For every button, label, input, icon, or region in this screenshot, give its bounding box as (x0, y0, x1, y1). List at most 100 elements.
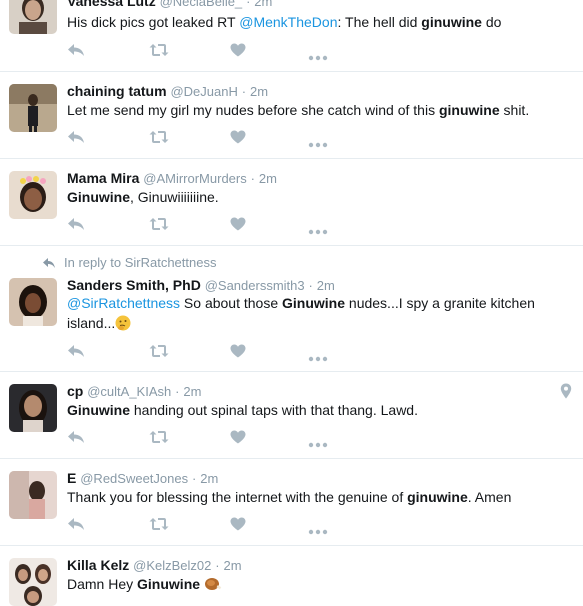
user-fullname[interactable]: Sanders Smith, PhD (67, 277, 201, 293)
tweet-item[interactable]: Killa Kelz @KelzBelz02 · 2m Damn Hey Gin… (0, 546, 583, 606)
reply-arrow-icon (42, 257, 56, 272)
thinking-face-emoji (115, 315, 131, 336)
tweet-timestamp[interactable]: 2m (317, 278, 335, 293)
heart-icon (230, 130, 246, 149)
retweet-icon (149, 430, 169, 449)
highlighted-keyword: Ginuwine (282, 295, 346, 311)
more-dots-icon (308, 135, 328, 153)
reply-context-label: In reply to SirRatchettness (64, 255, 217, 270)
tweet-header: Mama Mira @AMirrorMurders · 2m (67, 169, 277, 188)
tweet-header: E @RedSweetJones · 2m (67, 469, 218, 488)
separator: · (175, 384, 180, 399)
text-segment: Thank you for blessing the internet with… (67, 489, 408, 505)
retweet-button[interactable] (149, 43, 169, 59)
tweet-timestamp[interactable]: 2m (250, 84, 268, 99)
more-button[interactable] (308, 43, 328, 61)
avatar[interactable] (9, 0, 57, 34)
avatar[interactable] (9, 278, 57, 326)
user-fullname[interactable]: Killa Kelz (67, 557, 129, 573)
reply-icon (67, 130, 85, 149)
more-dots-icon (308, 435, 328, 453)
user-handle[interactable]: @RedSweetJones (80, 471, 188, 486)
avatar[interactable] (9, 384, 57, 432)
tweet-timestamp[interactable]: 2m (254, 0, 272, 9)
retweet-button[interactable] (149, 517, 169, 533)
tweet-timestamp[interactable]: 2m (224, 558, 242, 573)
tweet-timestamp[interactable]: 2m (200, 471, 218, 486)
retweet-icon (149, 517, 169, 536)
highlighted-keyword: ginuwine (407, 489, 468, 505)
like-button[interactable] (230, 517, 250, 533)
user-fullname[interactable]: E (67, 470, 76, 486)
separator: · (215, 558, 220, 573)
user-fullname[interactable]: chaining tatum (67, 83, 167, 99)
tweet-item[interactable]: cp @cultA_KIAsh · 2m Ginuwine handing ou… (0, 372, 583, 459)
tweet-timestamp[interactable]: 2m (183, 384, 201, 399)
like-button[interactable] (230, 217, 250, 233)
avatar[interactable] (9, 84, 57, 132)
turkey-leg-emoji (204, 576, 222, 597)
tweet-timestamp[interactable]: 2m (259, 171, 277, 186)
heart-icon (230, 517, 246, 536)
text-segment: handing out spinal taps with that thang.… (130, 402, 418, 418)
user-handle[interactable]: @Sanderssmith3 (205, 278, 305, 293)
reply-button[interactable] (67, 130, 87, 146)
more-button[interactable] (308, 517, 328, 535)
avatar[interactable] (9, 558, 57, 606)
like-button[interactable] (230, 430, 250, 446)
text-segment: Damn Hey (67, 576, 138, 592)
tweet-text: Ginuwine handing out spinal taps with th… (67, 400, 557, 420)
retweet-button[interactable] (149, 430, 169, 446)
user-handle[interactable]: @NeciaBelle_ (160, 0, 243, 9)
tweet-header: cp @cultA_KIAsh · 2m (67, 382, 201, 401)
user-fullname[interactable]: cp (67, 383, 83, 399)
user-handle[interactable]: @AMirrorMurders (143, 171, 246, 186)
tweet-text: @SirRatchettness So about those Ginuwine… (67, 293, 557, 336)
user-handle[interactable]: @KelzBelz02 (133, 558, 211, 573)
like-button[interactable] (230, 344, 250, 360)
reply-button[interactable] (67, 430, 87, 446)
text-segment: : The hell did (337, 14, 422, 30)
text-segment: do (481, 14, 502, 30)
mention-link[interactable]: @MenkTheDon (239, 14, 337, 30)
more-button[interactable] (308, 344, 328, 362)
reply-button[interactable] (67, 517, 87, 533)
user-handle[interactable]: @cultA_KIAsh (87, 384, 171, 399)
reply-context[interactable]: In reply to SirRatchettness (42, 255, 216, 272)
heart-icon (230, 430, 246, 449)
text-segment: shit. (499, 102, 530, 118)
reply-icon (67, 517, 85, 536)
tweet-text: Thank you for blessing the internet with… (67, 487, 557, 507)
tweet-item[interactable]: chaining tatum @DeJuanH · 2m Let me send… (0, 72, 583, 159)
retweet-icon (149, 217, 169, 236)
reply-button[interactable] (67, 217, 87, 233)
more-button[interactable] (308, 217, 328, 235)
heart-icon (230, 43, 246, 62)
tweet-item[interactable]: In reply to SirRatchettness Sanders Smit… (0, 246, 583, 372)
more-dots-icon (308, 222, 328, 240)
user-fullname[interactable]: Mama Mira (67, 170, 139, 186)
separator: · (192, 471, 197, 486)
user-fullname[interactable]: Vanessa Lutz (67, 0, 156, 9)
user-handle[interactable]: @DeJuanH (170, 84, 237, 99)
location-pin-icon[interactable] (560, 383, 572, 404)
more-button[interactable] (308, 130, 328, 148)
tweet-text: Damn Hey Ginuwine (67, 574, 557, 597)
reply-button[interactable] (67, 43, 87, 59)
tweet-header: Vanessa Lutz @NeciaBelle_ · 2m (67, 0, 272, 11)
like-button[interactable] (230, 130, 250, 146)
highlighted-keyword: ginuwine (421, 14, 482, 30)
retweet-button[interactable] (149, 130, 169, 146)
like-button[interactable] (230, 43, 250, 59)
more-button[interactable] (308, 430, 328, 448)
avatar[interactable] (9, 471, 57, 519)
tweet-item[interactable]: Mama Mira @AMirrorMurders · 2m Ginuwine,… (0, 159, 583, 246)
avatar[interactable] (9, 171, 57, 219)
heart-icon (230, 217, 246, 236)
tweet-item[interactable]: Vanessa Lutz @NeciaBelle_ · 2m His dick … (0, 0, 583, 72)
retweet-button[interactable] (149, 344, 169, 360)
reply-button[interactable] (67, 344, 87, 360)
tweet-item[interactable]: E @RedSweetJones · 2m Thank you for bles… (0, 459, 583, 546)
mention-link[interactable]: @SirRatchettness (67, 295, 180, 311)
retweet-button[interactable] (149, 217, 169, 233)
